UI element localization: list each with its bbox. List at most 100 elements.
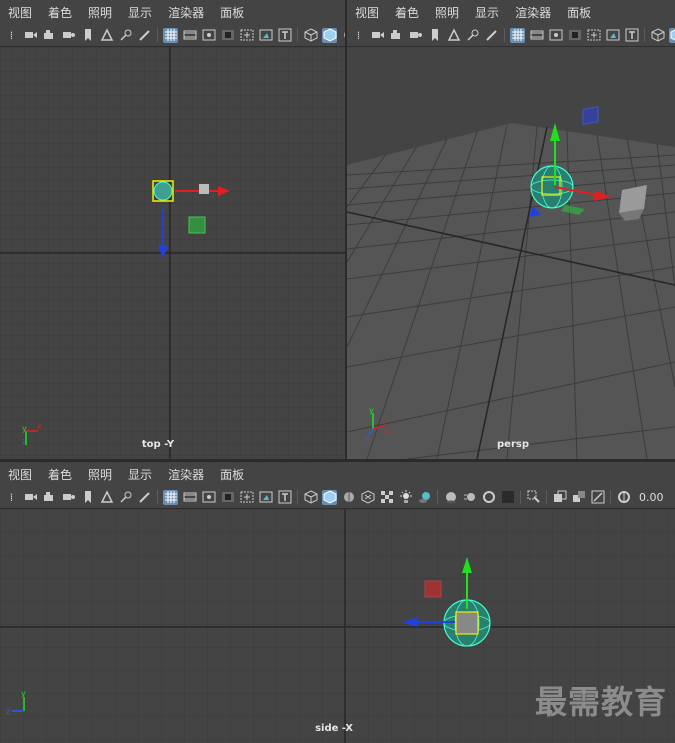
menu-shading[interactable]: 着色	[48, 466, 72, 483]
resolution-gate-icon[interactable]	[201, 28, 216, 43]
depth-of-field-icon[interactable]	[500, 490, 515, 505]
shadows-icon[interactable]	[417, 490, 432, 505]
toolbar-separator	[297, 490, 298, 504]
gate-mask-icon[interactable]	[220, 490, 235, 505]
menu-shading[interactable]: 着色	[48, 4, 72, 21]
safe-title-icon[interactable]	[277, 28, 292, 43]
motion-blur-icon[interactable]	[462, 490, 477, 505]
wireframe-icon[interactable]	[303, 28, 318, 43]
toolbar-separator	[610, 490, 611, 504]
menu-renderer[interactable]: 渲染器	[168, 4, 204, 21]
toolbar-separator	[297, 28, 298, 42]
toolbar-handle-icon[interactable]: ⁞	[4, 28, 19, 43]
xray-components-icon[interactable]	[590, 490, 605, 505]
svg-text:y: y	[369, 406, 374, 415]
panel-menubar: 视图 着色 照明 显示 渲染器 面板	[0, 462, 675, 486]
bookmark-icon[interactable]	[427, 28, 442, 43]
menu-lighting[interactable]: 照明	[88, 4, 112, 21]
menu-renderer[interactable]: 渲染器	[515, 4, 551, 21]
grid-toggle-icon[interactable]	[510, 27, 525, 43]
select-camera-icon[interactable]	[23, 28, 38, 43]
bookmark-icon[interactable]	[80, 490, 95, 505]
menu-view[interactable]: 视图	[8, 466, 32, 483]
image-plane-icon[interactable]	[99, 490, 114, 505]
menu-panels[interactable]: 面板	[220, 466, 244, 483]
camera-lock-icon[interactable]	[408, 28, 423, 43]
film-gate-icon[interactable]	[182, 490, 197, 505]
viewport-side[interactable]: y z side -X 最需教育	[0, 509, 675, 743]
film-gate-icon[interactable]	[182, 28, 197, 43]
gate-mask-icon[interactable]	[567, 28, 582, 43]
wireframe-icon[interactable]	[650, 28, 665, 43]
panel-divider-vertical[interactable]	[345, 0, 347, 461]
safe-title-icon[interactable]	[624, 28, 639, 43]
viewport-persp[interactable]: y x z persp	[347, 47, 675, 459]
exposure-icon[interactable]	[616, 490, 631, 505]
camera-attributes-icon[interactable]	[42, 28, 57, 43]
select-camera-icon[interactable]	[370, 28, 385, 43]
menu-view[interactable]: 视图	[355, 4, 379, 21]
smooth-shade-icon[interactable]	[322, 27, 337, 43]
camera-attributes-icon[interactable]	[389, 28, 404, 43]
exposure-value-field[interactable]: 0.00	[639, 491, 664, 504]
grid-toggle-icon[interactable]	[163, 489, 178, 505]
panel-divider-horizontal[interactable]	[0, 459, 675, 462]
field-chart-icon[interactable]	[239, 28, 254, 43]
resolution-gate-icon[interactable]	[548, 28, 563, 43]
smooth-shade-icon[interactable]	[669, 27, 675, 43]
2d-pan-zoom-icon[interactable]	[465, 28, 480, 43]
grid-toggle-icon[interactable]	[163, 27, 178, 43]
svg-text:x: x	[385, 426, 390, 435]
smooth-shade-icon[interactable]	[322, 489, 337, 505]
menu-show[interactable]: 显示	[475, 4, 499, 21]
field-chart-icon[interactable]	[239, 490, 254, 505]
2d-pan-zoom-icon[interactable]	[118, 28, 133, 43]
safe-action-icon[interactable]	[258, 490, 273, 505]
isolate-select-icon[interactable]	[526, 490, 541, 505]
gate-mask-icon[interactable]	[220, 28, 235, 43]
checker-icon[interactable]	[379, 490, 394, 505]
menu-panels[interactable]: 面板	[220, 4, 244, 21]
use-all-lights-icon[interactable]	[398, 490, 413, 505]
viewport-panel-top[interactable]: 视图 着色 照明 显示 渲染器 面板 ⁞ y x z top -Y	[0, 0, 345, 459]
safe-title-icon[interactable]	[277, 490, 292, 505]
menu-panels[interactable]: 面板	[567, 4, 591, 21]
camera-attributes-icon[interactable]	[42, 490, 57, 505]
menu-lighting[interactable]: 照明	[88, 466, 112, 483]
screen-space-ao-icon[interactable]	[443, 490, 458, 505]
xray-icon[interactable]	[552, 490, 567, 505]
wireframe-on-shaded-icon[interactable]	[341, 490, 356, 505]
menu-show[interactable]: 显示	[128, 4, 152, 21]
xray-joints-icon[interactable]	[571, 490, 586, 505]
menu-renderer[interactable]: 渲染器	[168, 466, 204, 483]
select-camera-icon[interactable]	[23, 490, 38, 505]
field-chart-icon[interactable]	[586, 28, 601, 43]
grease-pencil-icon[interactable]	[137, 490, 152, 505]
camera-lock-icon[interactable]	[61, 28, 76, 43]
toolbar-handle-icon[interactable]: ⁞	[351, 28, 366, 43]
image-plane-icon[interactable]	[446, 28, 461, 43]
viewport-panel-persp[interactable]: 视图 着色 照明 显示 渲染器 面板 ⁞ y x z persp	[347, 0, 675, 459]
viewport-top[interactable]: y x z top -Y	[0, 47, 345, 459]
wireframe-icon[interactable]	[303, 490, 318, 505]
menu-show[interactable]: 显示	[128, 466, 152, 483]
svg-text:y: y	[22, 424, 27, 433]
viewport-panel-side[interactable]: 视图 着色 照明 显示 渲染器 面板 ⁞ 0.00 y z side -X 最需…	[0, 462, 675, 743]
film-gate-icon[interactable]	[529, 28, 544, 43]
grease-pencil-icon[interactable]	[484, 28, 499, 43]
toolbar-handle-icon[interactable]: ⁞	[4, 490, 19, 505]
menu-shading[interactable]: 着色	[395, 4, 419, 21]
camera-lock-icon[interactable]	[61, 490, 76, 505]
menu-lighting[interactable]: 照明	[435, 4, 459, 21]
safe-action-icon[interactable]	[258, 28, 273, 43]
selected-sphere[interactable]	[530, 165, 574, 209]
anti-aliasing-icon[interactable]	[481, 490, 496, 505]
grease-pencil-icon[interactable]	[137, 28, 152, 43]
resolution-gate-icon[interactable]	[201, 490, 216, 505]
2d-pan-zoom-icon[interactable]	[118, 490, 133, 505]
menu-view[interactable]: 视图	[8, 4, 32, 21]
image-plane-icon[interactable]	[99, 28, 114, 43]
bookmark-icon[interactable]	[80, 28, 95, 43]
textured-icon[interactable]	[360, 490, 375, 505]
safe-action-icon[interactable]	[605, 28, 620, 43]
